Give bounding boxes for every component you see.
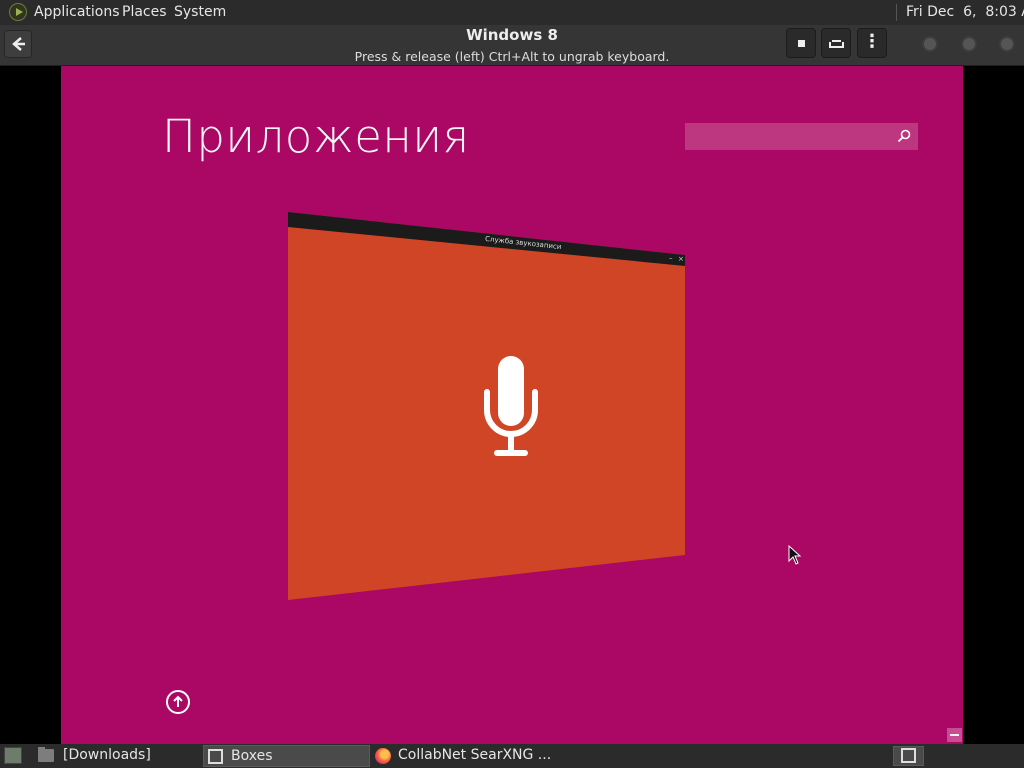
taskbar-item-firefox[interactable]: CollabNet SearXNG ...	[371, 745, 571, 767]
mouse-cursor-icon	[788, 545, 802, 565]
taskbar-item-label: CollabNet SearXNG ...	[398, 747, 552, 763]
folder-icon	[38, 747, 54, 762]
minimize-corner-icon[interactable]	[947, 728, 962, 742]
applications-menu[interactable]: Applications	[34, 4, 120, 20]
maximize-window-button[interactable]	[961, 36, 977, 52]
sound-recorder-window[interactable]: Служба звукозаписи – ×	[288, 212, 686, 600]
close-window-button[interactable]	[999, 36, 1015, 52]
taskbar-item-label: [Downloads]	[63, 747, 151, 763]
apps-search-input[interactable]	[685, 123, 918, 150]
send-keys-button[interactable]	[821, 28, 851, 58]
top-panel: Applications Places System Fri Dec 6, 8:…	[0, 0, 1024, 25]
boxes-header-bar: Windows 8 Press & release (left) Ctrl+Al…	[0, 25, 1024, 66]
panel-separator	[896, 4, 897, 21]
search-icon[interactable]	[896, 128, 912, 144]
vm-display[interactable]: Приложения Служба звукозаписи – ×	[0, 66, 1024, 744]
windows8-start-screen[interactable]: Приложения Служба звукозаписи – ×	[61, 66, 963, 744]
show-desktop-icon[interactable]	[4, 747, 22, 764]
places-menu[interactable]: Places	[122, 4, 167, 20]
distro-logo-icon[interactable]	[9, 3, 27, 21]
tray-boxes-button[interactable]	[893, 746, 924, 766]
system-menu[interactable]: System	[174, 4, 226, 20]
boxes-icon	[901, 748, 916, 763]
stop-vm-button[interactable]	[786, 28, 816, 58]
bottom-taskbar: [Downloads] Boxes CollabNet SearXNG ...	[0, 744, 1024, 768]
vm-menu-button[interactable]	[857, 28, 887, 58]
clock[interactable]: Fri Dec 6, 8:03 AM	[906, 4, 1024, 20]
minimize-window-button[interactable]	[922, 36, 938, 52]
app-minimize-icon: –	[669, 254, 673, 262]
taskbar-item-downloads[interactable]: [Downloads]	[34, 745, 200, 767]
app-window-perspective: Служба звукозаписи – ×	[288, 212, 685, 600]
app-close-icon: ×	[678, 255, 684, 263]
firefox-icon	[375, 748, 391, 764]
boxes-icon	[208, 749, 223, 764]
taskbar-item-boxes[interactable]: Boxes	[203, 745, 370, 767]
arrow-up-circle-icon	[173, 695, 183, 707]
taskbar-item-label: Boxes	[231, 748, 273, 764]
apps-heading: Приложения	[162, 110, 470, 163]
start-screen-up-button[interactable]	[166, 690, 190, 714]
